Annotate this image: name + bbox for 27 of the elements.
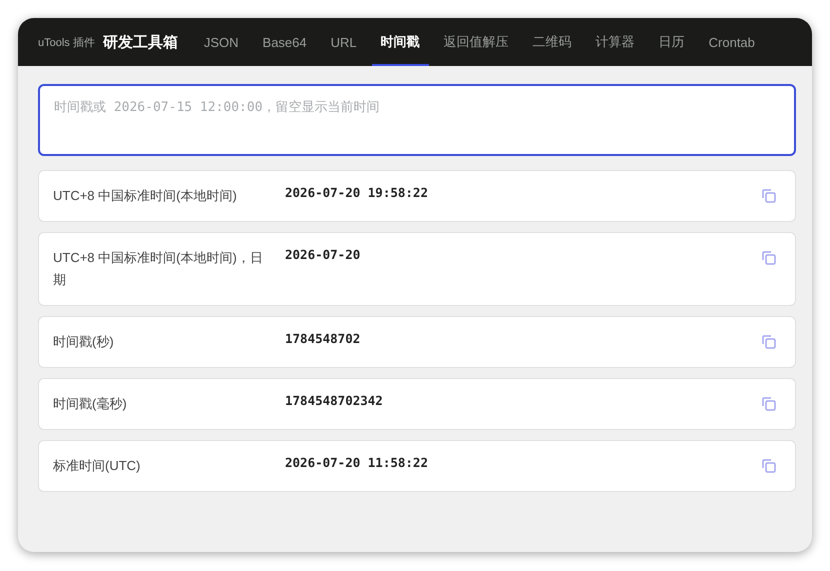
result-value: 2026-07-20 11:58:22	[285, 455, 429, 471]
result-label: UTC+8 中国标准时间(本地时间)	[53, 187, 238, 205]
copy-icon[interactable]	[761, 250, 777, 266]
tab[interactable]: URL	[322, 18, 366, 66]
tab[interactable]: Base64	[254, 18, 316, 66]
tab[interactable]: 计算器	[586, 18, 644, 66]
tab[interactable]: 日历	[650, 18, 694, 66]
tab[interactable]: JSON	[194, 18, 248, 66]
result-label: 标准时间(UTC)	[53, 457, 142, 475]
result-value: 1784548702342	[285, 393, 384, 409]
result-label: 时间戳(秒)	[53, 333, 115, 351]
app-title: 研发工具箱	[102, 32, 178, 52]
tab[interactable]: 返回值解压	[434, 18, 518, 66]
copy-icon[interactable]	[761, 458, 777, 474]
copy-icon[interactable]	[761, 396, 777, 412]
result-label: UTC+8 中国标准时间(本地时间)，日期	[53, 249, 264, 289]
result-label: 时间戳(毫秒)	[53, 395, 128, 413]
input-field[interactable]: 时间戳或 2026-07-15 12:00:00，留空显示当前时间	[38, 84, 796, 156]
tab[interactable]: 时间戳	[372, 18, 429, 66]
result-value: 2026-07-20	[285, 247, 362, 263]
copy-icon[interactable]	[761, 188, 777, 204]
result-value: 1784548702	[285, 331, 362, 347]
copy-icon[interactable]	[761, 334, 777, 350]
result-value: 2026-07-20 19:58:22	[285, 185, 429, 201]
tab[interactable]: 二维码	[524, 18, 581, 66]
tab[interactable]: Crontab	[700, 18, 764, 66]
brand-caption: uTools 插件	[38, 36, 95, 50]
